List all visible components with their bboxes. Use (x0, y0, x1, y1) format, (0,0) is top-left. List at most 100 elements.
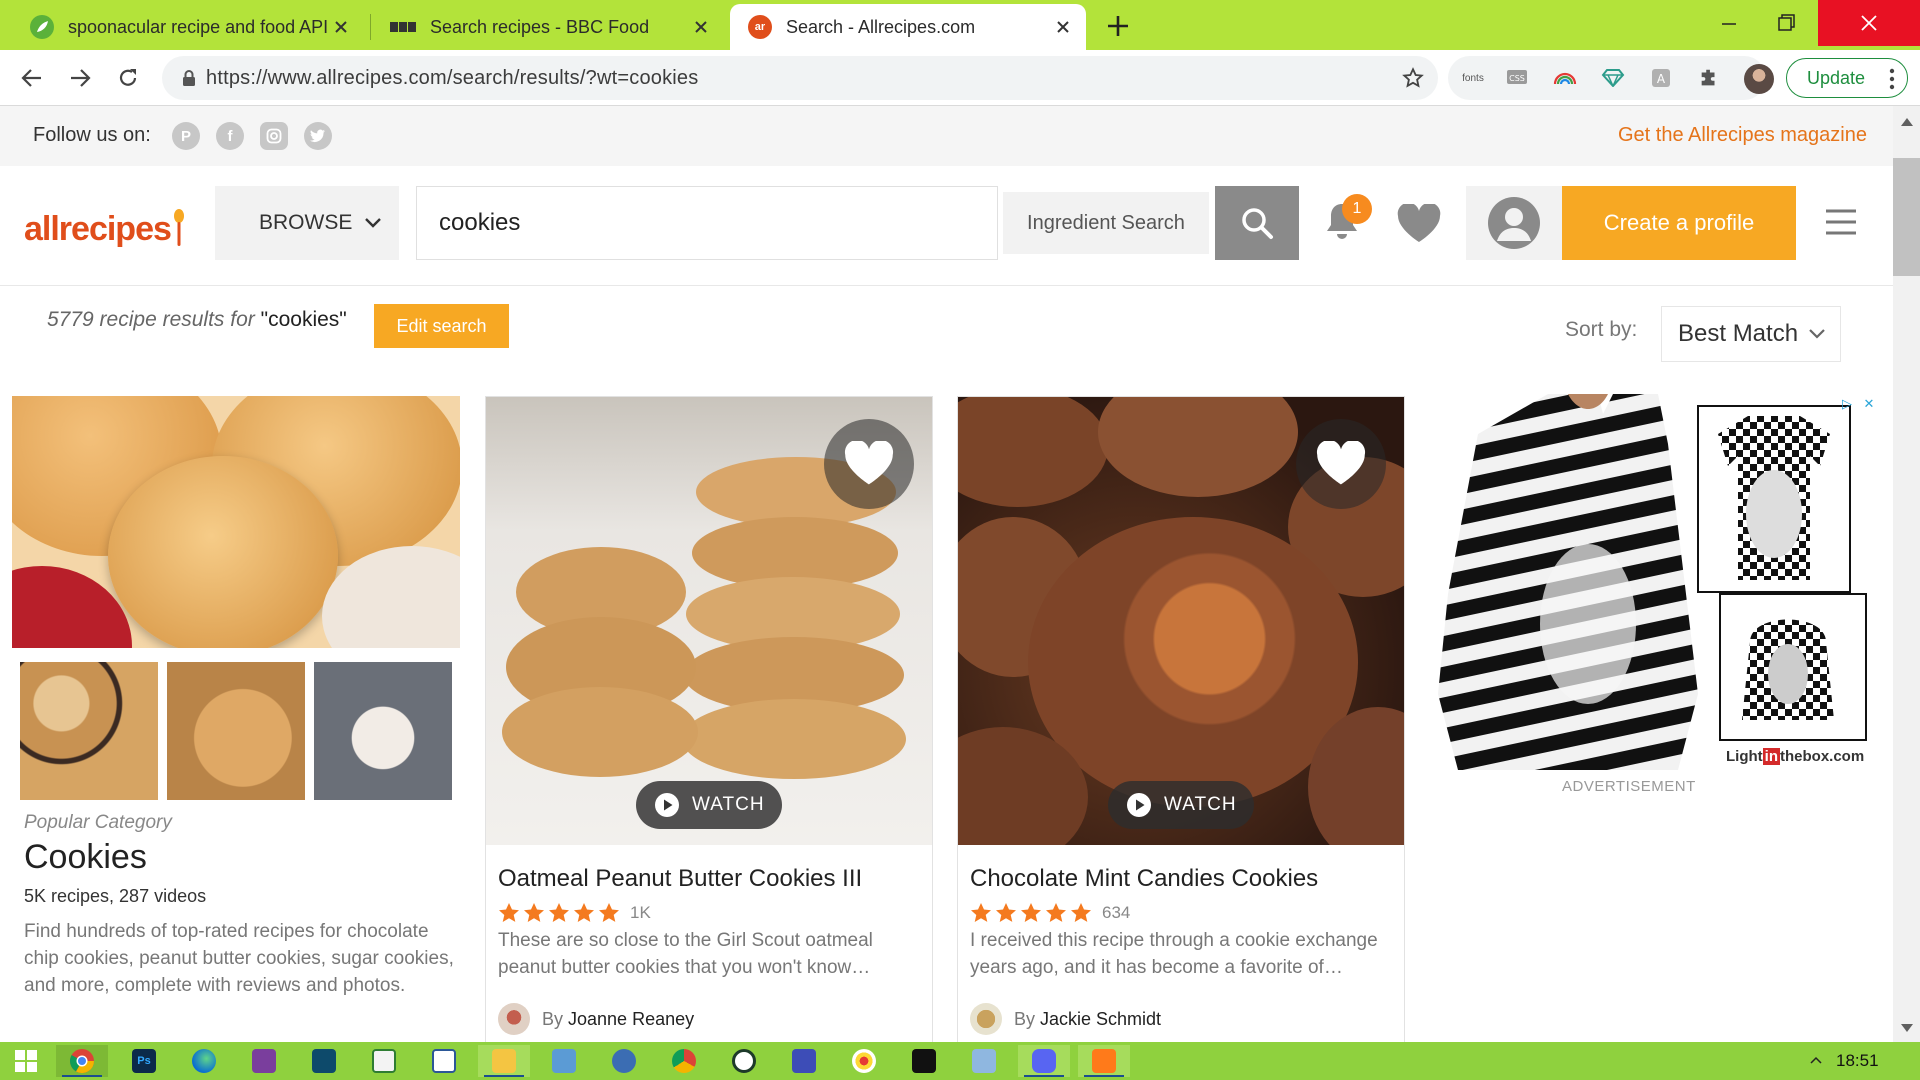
profile-button[interactable] (1466, 186, 1562, 260)
grammar-extension-icon[interactable]: A (1648, 66, 1674, 90)
reader-icon[interactable] (418, 1045, 470, 1077)
follow-label: Follow us on: (33, 124, 151, 146)
explorer-icon[interactable] (478, 1045, 530, 1077)
page-scrollbar[interactable] (1893, 106, 1920, 1042)
bookmark-star-icon[interactable] (1402, 67, 1424, 89)
forward-button[interactable] (64, 62, 96, 94)
recipe-photo[interactable]: WATCH (958, 397, 1404, 845)
files-icon[interactable] (958, 1045, 1010, 1077)
address-bar[interactable]: https://www.allrecipes.com/search/result… (162, 56, 1438, 100)
result-count: 5779 recipe results for "cookies" (47, 308, 347, 332)
notes-icon[interactable] (298, 1045, 350, 1077)
recipe-card[interactable]: WATCH Chocolate Mint Candies Cookies 634… (957, 396, 1405, 1042)
svg-text:A: A (1657, 72, 1666, 86)
fonts-extension-icon[interactable]: fonts (1456, 66, 1490, 90)
network-icon[interactable] (598, 1045, 650, 1077)
back-button[interactable] (16, 62, 48, 94)
paint-icon[interactable] (838, 1045, 890, 1077)
browse-button[interactable]: BROWSE (215, 186, 399, 260)
recipe-title[interactable]: Chocolate Mint Candies Cookies (970, 865, 1318, 893)
edit-search-button[interactable]: Edit search (374, 304, 509, 348)
close-tab-icon[interactable] (1052, 16, 1074, 38)
ad-label: ADVERTISEMENT (1562, 778, 1696, 795)
scroll-thumb[interactable] (1893, 158, 1920, 276)
category-card[interactable]: Popular Category Cookies 5K recipes, 287… (12, 396, 460, 1042)
tab-bbc-food[interactable]: Search recipes - BBC Food (372, 4, 724, 50)
search-button[interactable] (1215, 186, 1299, 260)
sheets-icon[interactable] (358, 1045, 410, 1077)
scroll-down-arrow-icon[interactable] (1901, 1024, 1913, 1032)
allrecipes-logo[interactable]: allrecipes (24, 210, 172, 249)
category-thumbnail[interactable] (314, 662, 452, 800)
taskbar-clock[interactable]: 18:51 (1836, 1051, 1879, 1071)
tab-allrecipes[interactable]: ar Search - Allrecipes.com (730, 4, 1086, 50)
magazine-link[interactable]: Get the Allrecipes magazine (1618, 124, 1867, 147)
edge-icon[interactable] (178, 1045, 230, 1077)
search-icon (1242, 208, 1273, 239)
close-tab-icon[interactable] (330, 16, 352, 38)
category-thumbnail[interactable] (167, 662, 305, 800)
close-window-button[interactable] (1818, 0, 1920, 46)
diamond-extension-icon[interactable] (1600, 66, 1626, 90)
rating-count: 634 (1102, 903, 1131, 922)
chevron-down-icon (1809, 329, 1825, 339)
advertisement[interactable]: ▷ ✕ Light in thebox.com (1428, 394, 1880, 770)
tab-spoonacular[interactable]: spoonacular recipe and food API (12, 4, 364, 50)
browser-tab-bar: spoonacular recipe and food API Search r… (0, 0, 1920, 50)
category-title[interactable]: Cookies (24, 838, 147, 877)
author-name[interactable]: Jackie Schmidt (1040, 1009, 1161, 1030)
save-favorite-button[interactable] (1296, 419, 1386, 509)
scroll-up-arrow-icon[interactable] (1901, 118, 1913, 126)
recipe-title[interactable]: Oatmeal Peanut Butter Cookies III (498, 865, 862, 893)
ad-close-icon[interactable]: ✕ (1858, 394, 1880, 414)
media-icon[interactable] (1078, 1045, 1130, 1077)
close-tab-icon[interactable] (690, 16, 712, 38)
facebook-icon[interactable]: f (216, 122, 244, 150)
author-name[interactable]: Joanne Reaney (568, 1009, 694, 1030)
watch-video-button[interactable]: WATCH (636, 781, 782, 829)
spoonacular-icon (30, 15, 54, 39)
photoshop-icon[interactable]: Ps (118, 1045, 170, 1077)
category-kicker: Popular Category (24, 812, 172, 833)
watch-video-button[interactable]: WATCH (1108, 781, 1254, 829)
recipe-description: These are so close to the Girl Scout oat… (498, 930, 873, 978)
save-favorite-button[interactable] (824, 419, 914, 509)
update-button[interactable]: Update (1786, 58, 1908, 98)
chrome-icon[interactable] (56, 1045, 108, 1077)
sort-select[interactable]: Best Match (1661, 306, 1841, 362)
favorites-heart-icon[interactable] (1396, 204, 1442, 244)
onenote-icon[interactable] (238, 1045, 290, 1077)
instagram-icon[interactable] (260, 122, 288, 150)
ingredient-search-button[interactable]: Ingredient Search (1003, 192, 1209, 254)
menu-hamburger-icon[interactable] (1824, 208, 1858, 236)
url-text: https://www.allrecipes.com/search/result… (206, 66, 699, 89)
recipe-card[interactable]: WATCH Oatmeal Peanut Butter Cookies III … (485, 396, 933, 1042)
pinterest-icon[interactable]: P (172, 122, 200, 150)
by-label: By (542, 1008, 564, 1029)
twitter-icon[interactable] (304, 122, 332, 150)
sort-label: Sort by: (1565, 318, 1638, 341)
whatsapp-icon[interactable] (718, 1045, 770, 1077)
browser-profile-avatar[interactable] (1744, 64, 1774, 94)
terminal-icon[interactable] (898, 1045, 950, 1077)
recipe-photo[interactable]: WATCH (486, 397, 932, 845)
control-panel-icon[interactable] (538, 1045, 590, 1077)
chrome-alt-icon[interactable] (658, 1045, 710, 1077)
start-icon[interactable] (0, 1045, 52, 1077)
discord-icon[interactable] (1018, 1045, 1070, 1077)
create-profile-button[interactable]: Create a profile (1562, 186, 1796, 260)
maximize-button[interactable] (1752, 0, 1822, 46)
ad-choices-icon[interactable]: ▷ (1836, 394, 1858, 414)
category-thumbnail[interactable] (20, 662, 158, 800)
css-extension-icon[interactable]: CSS (1504, 66, 1530, 90)
tab-separator (370, 14, 371, 40)
arrow-left-icon (21, 69, 41, 87)
search-input[interactable]: cookies (416, 186, 998, 260)
puzzle-extensions-icon[interactable] (1696, 66, 1722, 90)
new-tab-button[interactable] (1104, 12, 1132, 40)
tray-chevron-up-icon[interactable] (1810, 1056, 1822, 1064)
settings-icon[interactable] (778, 1045, 830, 1077)
rainbow-extension-icon[interactable] (1552, 66, 1578, 90)
recipe-byline: By Jackie Schmidt (970, 1003, 1161, 1035)
reload-button[interactable] (112, 62, 144, 94)
